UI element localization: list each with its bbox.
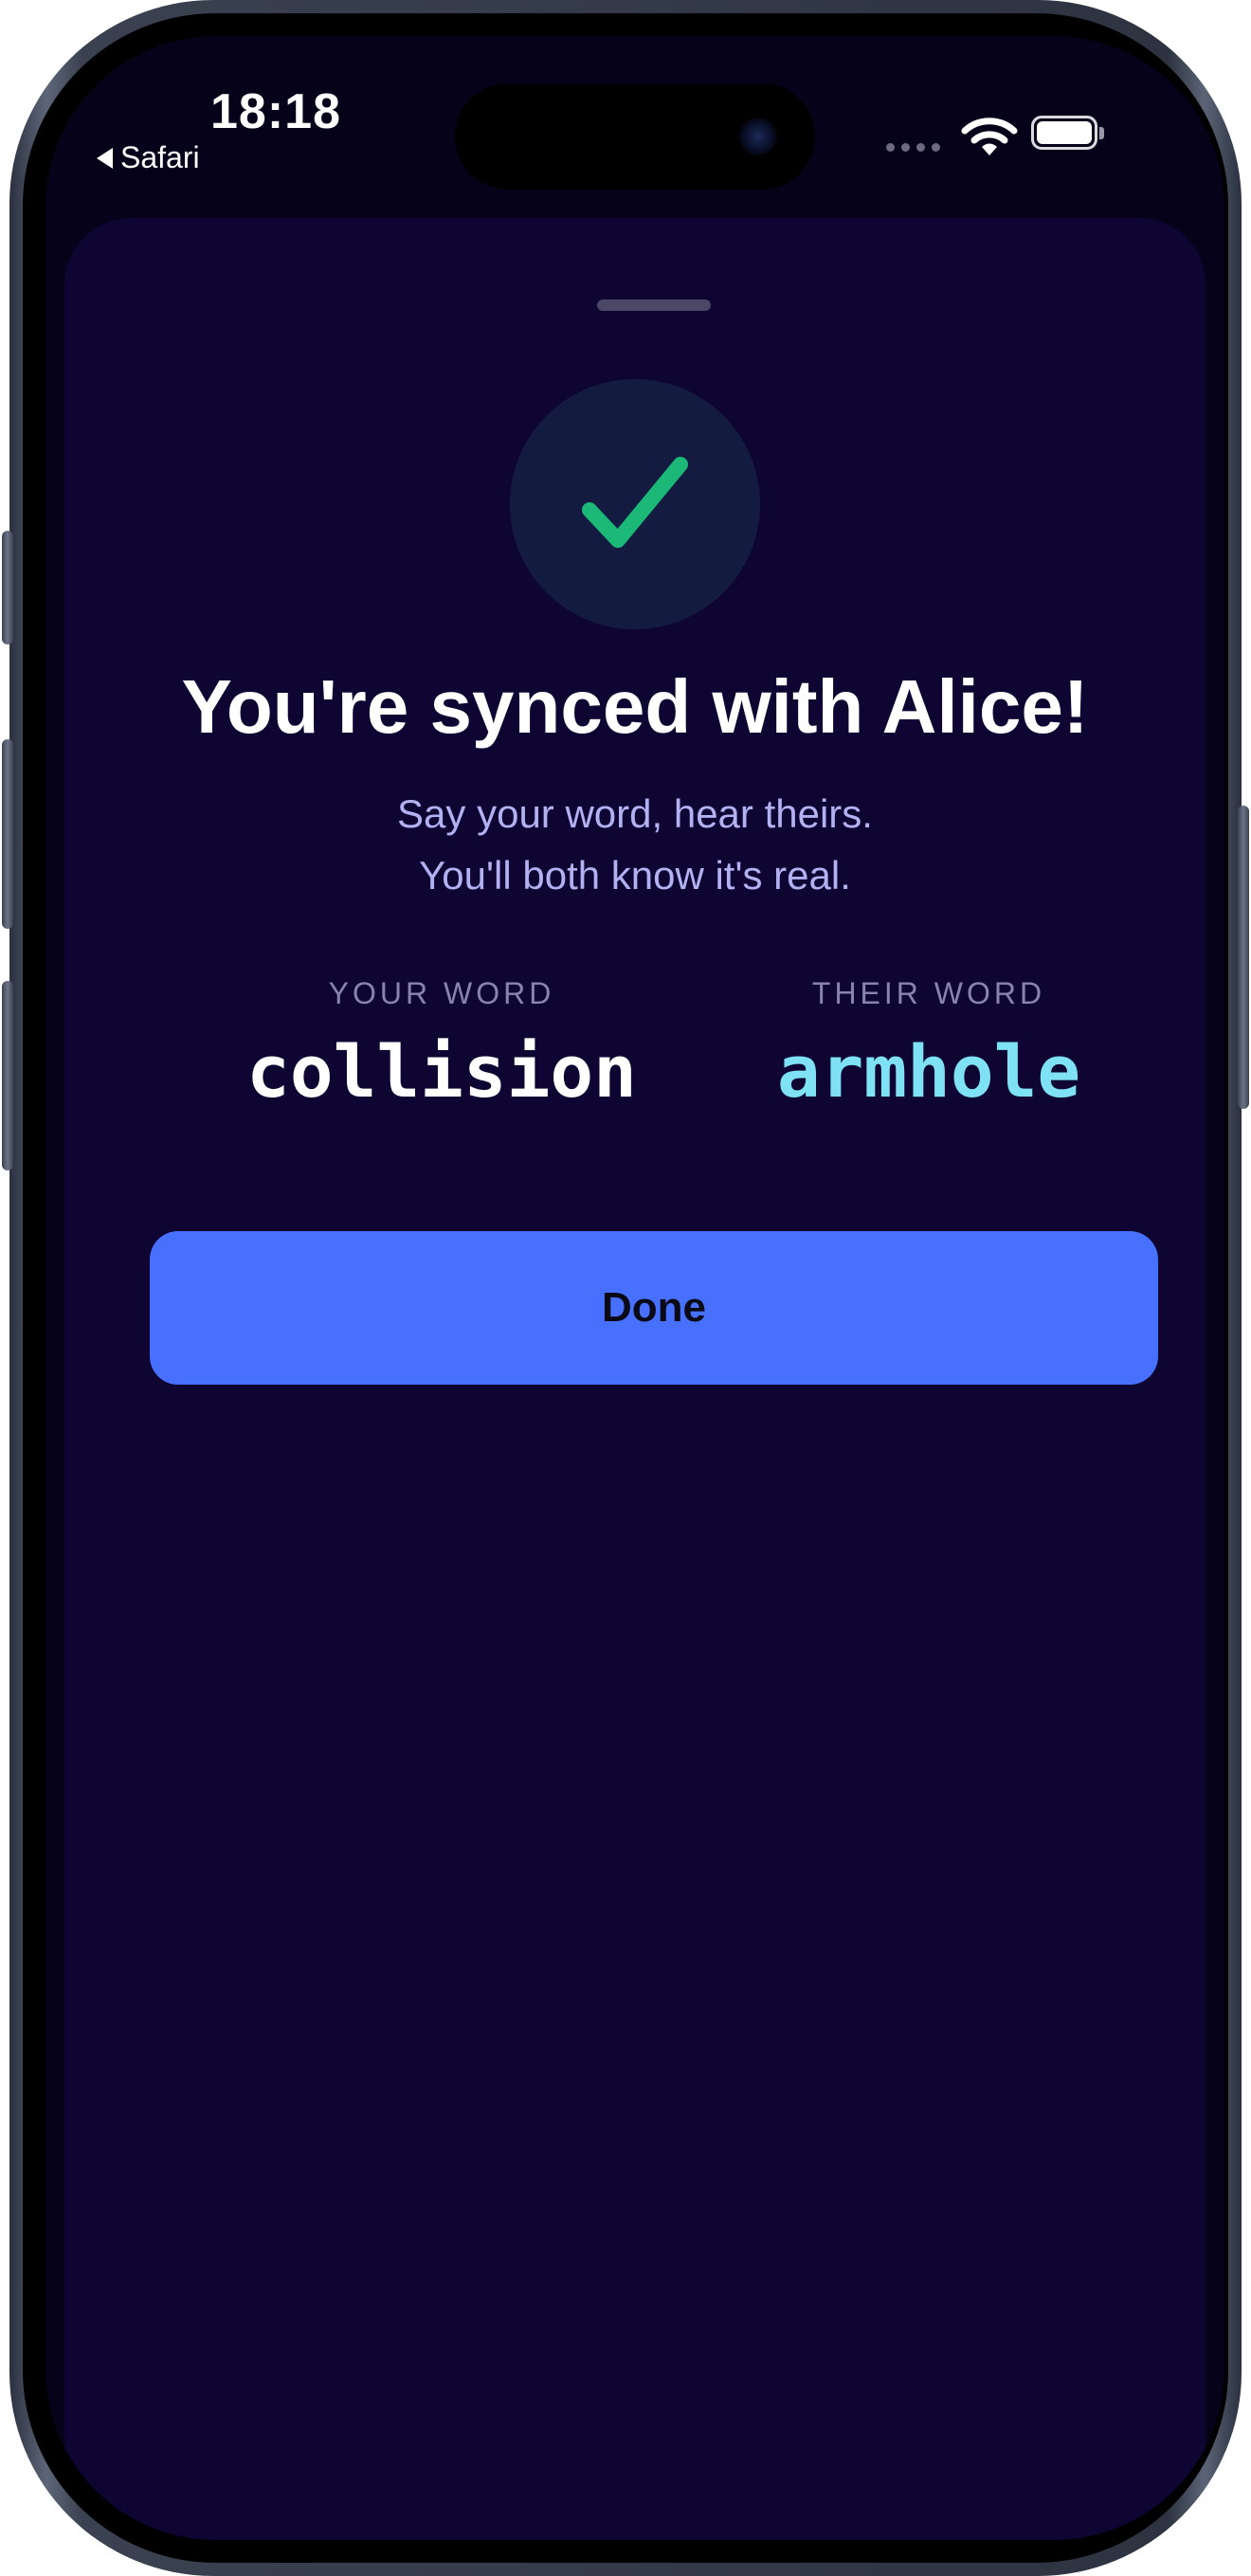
- phone-frame: 18:18 Safari You're synced with Alice! S…: [2, 0, 1249, 2576]
- screen: 18:18 Safari You're synced with Alice! S…: [45, 36, 1224, 2540]
- action-button: [2, 531, 13, 644]
- back-triangle-icon: [97, 147, 113, 169]
- subtitle-line-1: Say your word, hear theirs.: [397, 791, 873, 836]
- battery-level: [1037, 121, 1092, 144]
- your-word-value: collision: [246, 1029, 637, 1114]
- their-word-value: armhole: [776, 1029, 1081, 1114]
- volume-up-button: [2, 739, 13, 929]
- signal-dots-icon: [886, 143, 940, 152]
- battery-cap: [1099, 127, 1104, 139]
- status-time: 18:18: [210, 84, 341, 139]
- battery-icon: [1031, 116, 1097, 150]
- success-badge: [510, 379, 760, 629]
- dynamic-island: [455, 83, 815, 190]
- back-app-label: Safari: [120, 140, 200, 174]
- subtitle-line-2: You'll both know it's real.: [419, 853, 851, 898]
- their-word-label: THEIR WORD: [811, 976, 1046, 1010]
- power-button: [1238, 806, 1249, 1109]
- checkmark-icon: [582, 457, 688, 548]
- sheet-grabber[interactable]: [597, 299, 711, 311]
- sync-confirmation-sheet: You're synced with Alice! Say your word,…: [64, 218, 1206, 2540]
- sheet-title: You're synced with Alice!: [181, 664, 1089, 749]
- volume-down-button: [2, 981, 13, 1170]
- back-to-app-link[interactable]: Safari: [97, 140, 200, 175]
- done-button[interactable]: Done: [150, 1231, 1158, 1385]
- wifi-icon: [961, 118, 1018, 155]
- camera-icon: [739, 118, 777, 155]
- your-word-label: YOUR WORD: [328, 976, 555, 1010]
